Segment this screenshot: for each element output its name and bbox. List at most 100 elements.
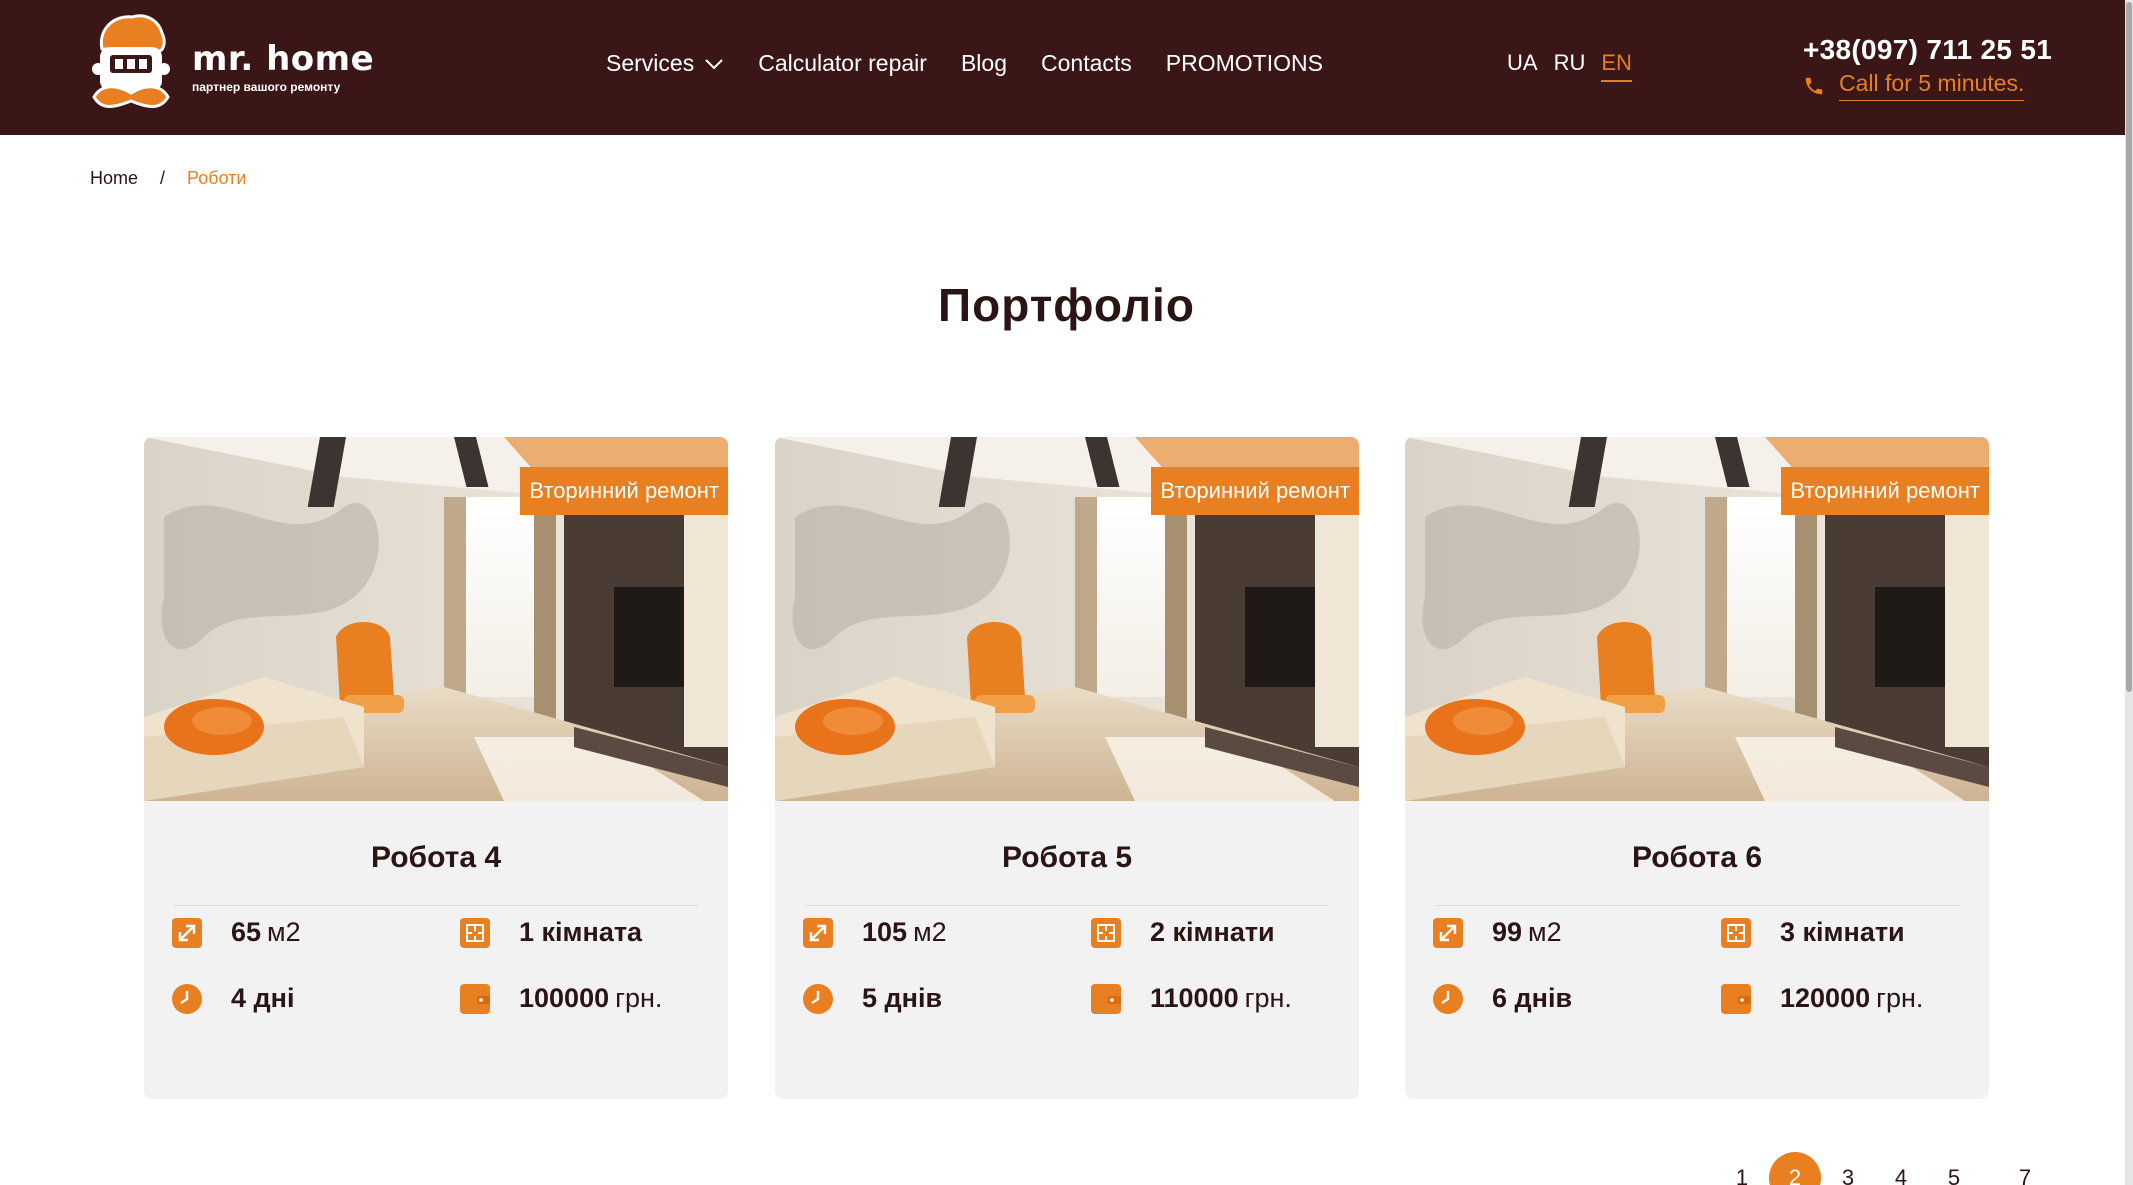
price-unit: грн. [1244, 983, 1292, 1013]
days-text: 6 днів [1492, 983, 1573, 1013]
resize-arrows-icon [803, 917, 833, 948]
page-link-4[interactable]: 4 [1875, 1152, 1927, 1185]
site-header: mr. home партнер вашого ремонту Services… [0, 0, 2133, 135]
floor-plan-icon [1091, 917, 1121, 948]
price-number: 100000 [519, 983, 610, 1013]
portfolio-card[interactable]: Вторинний ремонт Робота 5 105 м2 2 кімнат… [775, 437, 1359, 1099]
card-divider [174, 905, 698, 906]
area-number: 65 [231, 917, 262, 947]
stat-area: 99 м2 [1433, 917, 1562, 948]
days-text: 5 днів [862, 983, 943, 1013]
stat-rooms: 1 кімната [460, 917, 642, 948]
callback-label: Call for 5 minutes. [1839, 70, 2025, 101]
pagination: 1 2 3 4 5 7 [1716, 1152, 2052, 1185]
card-image[interactable]: Вторинний ремонт [775, 437, 1359, 801]
callback-link[interactable]: Call for 5 minutes. [1803, 70, 2025, 101]
price-number: 110000 [1150, 983, 1239, 1013]
page-scrollbar[interactable] [2125, 0, 2133, 1185]
clock-icon [172, 983, 202, 1014]
lang-en[interactable]: EN [1601, 50, 1632, 82]
stat-rooms-value: 3 кімнати [1780, 917, 1905, 948]
stat-area-value: 99 м2 [1492, 917, 1562, 948]
stat-days: 4 дні [172, 983, 294, 1014]
language-switcher: UA RU EN [1507, 50, 1648, 82]
nav-services-label: Services [606, 50, 695, 76]
card-divider [805, 905, 1329, 906]
card-image[interactable]: Вторинний ремонт [144, 437, 728, 801]
stat-price: 110000 грн. [1091, 983, 1292, 1014]
portfolio-card[interactable]: Вторинний ремонт Робота 4 65 м2 1 кімната… [144, 437, 728, 1099]
stat-rooms-value: 2 кімнати [1150, 917, 1275, 948]
nav-calculator-repair[interactable]: Calculator repair [758, 50, 927, 77]
price-unit: грн. [1876, 983, 1924, 1013]
stat-days-value: 6 днів [1492, 983, 1572, 1014]
days-text: 4 дні [231, 983, 295, 1013]
area-unit: м2 [913, 917, 947, 947]
card-title[interactable]: Робота 4 [144, 841, 728, 875]
page-link-2[interactable]: 2 [1769, 1152, 1821, 1185]
area-unit: м2 [1528, 917, 1562, 947]
card-badge: Вторинний ремонт [1151, 467, 1359, 515]
logo-mascot-icon [92, 14, 170, 108]
nav-services[interactable]: Services [606, 50, 724, 77]
scrollbar-thumb[interactable] [2126, 2, 2132, 692]
page-link-5[interactable]: 5 [1928, 1152, 1980, 1185]
breadcrumb-current: Роботи [187, 168, 247, 188]
phone-number[interactable]: +38(097) 711 25 51 [1803, 34, 2052, 66]
area-number: 99 [1492, 917, 1523, 947]
floor-plan-icon [460, 917, 490, 948]
breadcrumb: Home / Роботи [90, 168, 246, 189]
page-title: Портфоліо [938, 279, 1195, 331]
card-badge: Вторинний ремонт [1781, 467, 1989, 515]
rooms-text: 2 кімнати [1150, 917, 1275, 947]
stat-price: 120000 грн. [1721, 983, 1923, 1014]
nav-promotions[interactable]: PROMOTIONS [1166, 50, 1323, 77]
wallet-icon [1091, 983, 1121, 1014]
card-divider [1435, 905, 1959, 906]
stat-days: 6 днів [1433, 983, 1572, 1014]
rooms-text: 3 кімнати [1780, 917, 1905, 947]
page-link-3[interactable]: 3 [1822, 1152, 1874, 1185]
wallet-icon [460, 983, 490, 1014]
area-unit: м2 [267, 917, 301, 947]
stat-area: 105 м2 [803, 917, 947, 948]
logo-subtitle: партнер вашого ремонту [192, 80, 341, 94]
logo-text: mr. home партнер вашого ремонту [192, 40, 374, 94]
resize-arrows-icon [1433, 917, 1463, 948]
stat-area-value: 105 м2 [862, 917, 947, 948]
clock-icon [803, 983, 833, 1014]
floor-plan-icon [1721, 917, 1751, 948]
price-number: 120000 [1780, 983, 1871, 1013]
stat-price-value: 110000 грн. [1150, 983, 1292, 1014]
rooms-text: 1 кімната [519, 917, 643, 947]
page-link-1[interactable]: 1 [1716, 1152, 1768, 1185]
page-link-7[interactable]: 7 [1999, 1152, 2051, 1185]
logo[interactable]: mr. home партнер вашого ремонту [88, 8, 388, 126]
phone-icon [1805, 77, 1823, 94]
stat-rooms: 3 кімнати [1721, 917, 1905, 948]
portfolio-card[interactable]: Вторинний ремонт Робота 6 99 м2 3 кімнати… [1405, 437, 1989, 1099]
lang-ru[interactable]: RU [1554, 50, 1586, 82]
breadcrumb-home[interactable]: Home [90, 168, 138, 189]
area-number: 105 [862, 917, 908, 947]
nav-blog[interactable]: Blog [961, 50, 1007, 77]
stat-price-value: 120000 грн. [1780, 983, 1923, 1014]
clock-icon [1433, 983, 1463, 1014]
card-title[interactable]: Робота 6 [1405, 841, 1989, 875]
main-nav: Services Calculator repair Blog Contacts… [606, 50, 1357, 77]
lang-ua[interactable]: UA [1507, 50, 1538, 82]
stat-price-value: 100000 грн. [519, 983, 662, 1014]
card-title[interactable]: Робота 5 [775, 841, 1359, 875]
stat-rooms: 2 кімнати [1091, 917, 1275, 948]
nav-contacts[interactable]: Contacts [1041, 50, 1132, 77]
stat-price: 100000 грн. [460, 983, 662, 1014]
card-image[interactable]: Вторинний ремонт [1405, 437, 1989, 801]
breadcrumb-separator: / [160, 168, 166, 188]
logo-title: mr. home [192, 39, 375, 79]
stat-days-value: 4 дні [231, 983, 294, 1014]
card-badge: Вторинний ремонт [520, 467, 728, 515]
stat-area-value: 65 м2 [231, 917, 301, 948]
resize-arrows-icon [172, 917, 202, 948]
stat-rooms-value: 1 кімната [519, 917, 642, 948]
stat-area: 65 м2 [172, 917, 301, 948]
